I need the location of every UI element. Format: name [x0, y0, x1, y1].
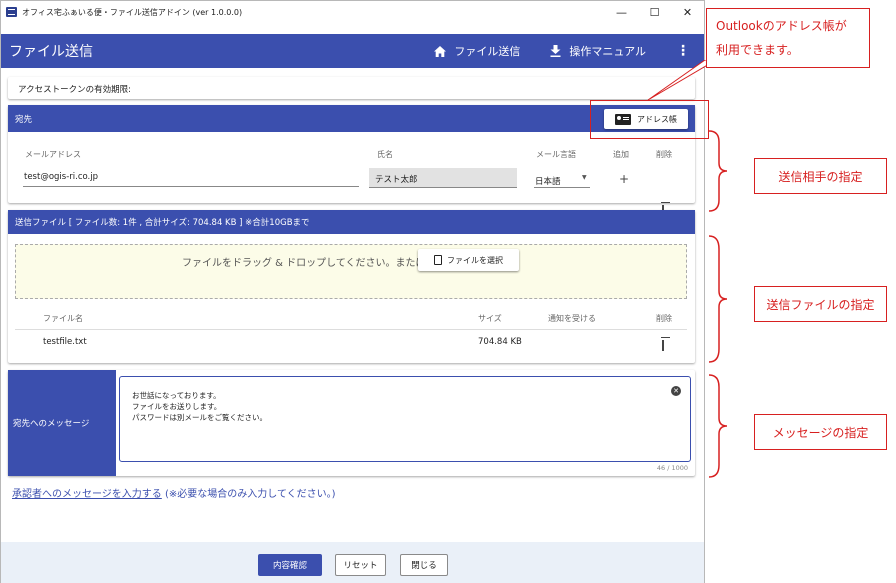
files-callout: 送信ファイルの指定: [754, 286, 887, 322]
window-title: オフィス宅ふぁいる便・ファイル送信アドイン (ver 1.0.0.0): [22, 7, 243, 17]
addin-window: オフィス宅ふぁいる便・ファイル送信アドイン (ver 1.0.0.0) — ☐ …: [0, 0, 705, 583]
email-field[interactable]: test@ogis-ri.co.jp: [23, 171, 359, 187]
window-controls: — ☐ ✕: [605, 1, 704, 23]
file-size: 704.84 KB: [478, 337, 522, 347]
recipient-header-label: 宛先: [15, 114, 33, 125]
footer-bar: 内容確認 リセット 閉じる: [1, 542, 704, 583]
address-book-highlight: [590, 100, 709, 139]
email-value: test@ogis-ri.co.jp: [24, 172, 99, 182]
message-brace: [708, 374, 728, 478]
files-brace: [708, 235, 728, 363]
files-header-label: 送信ファイル [ ファイル数: 1件 , 合計サイズ: 704.84 KB ] …: [15, 218, 310, 228]
select-file-button[interactable]: ファイルを選択: [418, 249, 519, 271]
files-panel: 送信ファイル [ ファイル数: 1件 , 合計サイズ: 704.84 KB ] …: [8, 210, 695, 363]
nav-file-send[interactable]: ファイル送信: [434, 43, 520, 59]
dropdown-arrow-icon: ▼: [582, 174, 587, 181]
name-value: テスト太郎: [375, 175, 418, 185]
message-char-count: 46 / 1000: [656, 464, 688, 472]
lang-value: 日本語: [535, 177, 561, 187]
col-file-name: ファイル名: [43, 314, 83, 323]
document-icon: [434, 255, 442, 265]
message-line: パスワードは別メールをご覧ください。: [132, 413, 267, 422]
home-icon: [434, 45, 447, 57]
name-field[interactable]: テスト太郎: [369, 168, 517, 188]
message-line: お世話になっております。: [132, 391, 221, 400]
add-recipient-icon[interactable]: +: [619, 172, 629, 186]
minimize-icon[interactable]: —: [605, 1, 638, 23]
clear-message-icon[interactable]: ✕: [671, 386, 681, 396]
col-file-size: サイズ: [478, 314, 502, 323]
col-file-delete: 削除: [656, 314, 672, 323]
app-icon: [6, 7, 17, 17]
delete-file-icon[interactable]: [662, 340, 664, 351]
approver-note: (※必要な場合のみ入力してください。): [165, 489, 336, 500]
maximize-icon[interactable]: ☐: [638, 1, 671, 23]
nav-manual[interactable]: 操作マニュアル: [550, 43, 646, 59]
col-lang: メール言語: [536, 150, 576, 159]
approver-message-link[interactable]: 承認者へのメッセージを入力する: [12, 489, 162, 500]
files-header: 送信ファイル [ ファイル数: 1件 , 合計サイズ: 704.84 KB ] …: [8, 210, 695, 234]
col-name: 氏名: [377, 150, 393, 159]
message-callout: メッセージの指定: [754, 414, 887, 450]
message-textarea[interactable]: お世話になっております。 ファイルをお送りします。 パスワードは別メールをご覧く…: [119, 376, 691, 462]
outlook-callout-line: Outlookのアドレス帳が: [716, 19, 847, 33]
col-notify: 通知を受ける: [548, 314, 596, 323]
file-drop-zone[interactable]: ファイルをドラッグ & ドロップしてください。または、 ファイルを選択: [15, 244, 687, 299]
token-panel: アクセストークンの有効期限:: [8, 77, 695, 99]
message-text: お世話になっております。 ファイルをお送りします。 パスワードは別メールをご覧く…: [132, 390, 267, 423]
approver-message-row: 承認者へのメッセージを入力する (※必要な場合のみ入力してください。): [12, 485, 336, 500]
download-icon: [550, 45, 561, 57]
message-panel: 宛先へのメッセージ お世話になっております。 ファイルをお送りします。 パスワー…: [8, 370, 695, 476]
outlook-callout-line: 利用できます。: [716, 43, 799, 57]
message-line: ファイルをお送りします。: [132, 402, 222, 411]
close-button[interactable]: 閉じる: [400, 554, 448, 576]
drop-text: ファイルをドラッグ & ドロップしてください。または、: [182, 258, 436, 269]
col-email: メールアドレス: [25, 150, 81, 159]
nav-manual-label: 操作マニュアル: [569, 45, 646, 58]
select-file-label: ファイルを選択: [447, 255, 503, 265]
app-title: ファイル送信: [9, 44, 93, 60]
file-table-header: ファイル名 サイズ 通知を受ける 削除: [15, 306, 687, 330]
token-expiry-label: アクセストークンの有効期限:: [18, 85, 131, 95]
recipient-brace: [708, 130, 728, 212]
more-menu-icon[interactable]: ⋮: [676, 43, 690, 59]
title-bar: オフィス宅ふぁいる便・ファイル送信アドイン (ver 1.0.0.0) — ☐ …: [1, 1, 704, 23]
lang-select[interactable]: 日本語 ▼: [534, 171, 590, 188]
file-name: testfile.txt: [43, 337, 87, 347]
table-row: testfile.txt 704.84 KB: [15, 330, 687, 357]
app-bar: ファイル送信 ファイル送信 操作マニュアル ⋮: [1, 34, 704, 68]
reset-button[interactable]: リセット: [335, 554, 386, 576]
confirm-button[interactable]: 内容確認: [258, 554, 322, 576]
nav-file-send-label: ファイル送信: [454, 45, 521, 58]
recipient-callout: 送信相手の指定: [754, 158, 887, 194]
close-icon[interactable]: ✕: [671, 1, 704, 23]
outlook-callout: Outlookのアドレス帳が 利用できます。: [706, 8, 870, 68]
message-label: 宛先へのメッセージ: [13, 419, 90, 429]
message-label-block: 宛先へのメッセージ: [8, 370, 116, 476]
col-add: 追加: [613, 150, 629, 159]
col-delete: 削除: [656, 150, 672, 159]
screenshot-root: オフィス宅ふぁいる便・ファイル送信アドイン (ver 1.0.0.0) — ☐ …: [0, 0, 896, 583]
